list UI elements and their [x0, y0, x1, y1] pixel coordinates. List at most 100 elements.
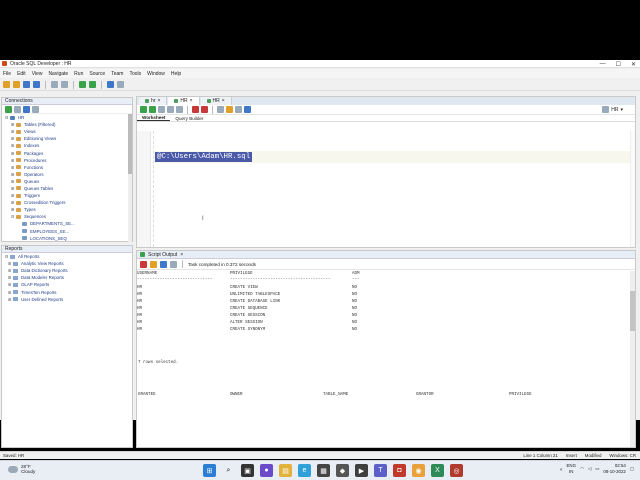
- tree-item[interactable]: ⊞ Packages: [5, 149, 132, 156]
- save-all-icon[interactable]: [33, 81, 40, 88]
- tree-item[interactable]: ⊞ Triggers: [5, 192, 132, 199]
- task-view-icon[interactable]: ▣: [241, 464, 254, 477]
- dba-icon[interactable]: [117, 81, 124, 88]
- report-item[interactable]: ⊞ Analytic View Reports: [2, 260, 132, 267]
- sql-developer-task-icon[interactable]: ◎: [450, 464, 463, 477]
- tree-item[interactable]: ⊞ Queues: [5, 178, 132, 185]
- subtab-worksheet[interactable]: Worksheet: [137, 115, 171, 121]
- save-output-icon[interactable]: [160, 260, 167, 268]
- chrome-icon[interactable]: ◉: [412, 464, 425, 477]
- excel-icon[interactable]: X: [431, 464, 444, 477]
- scroll-thumb[interactable]: [630, 291, 635, 331]
- notification-icon[interactable]: ▢: [630, 466, 634, 472]
- minimize-button[interactable]: —: [600, 61, 606, 67]
- tree-item[interactable]: ⊞ Editioning Views: [5, 135, 132, 142]
- tree-item[interactable]: ⊞ Types: [5, 206, 132, 213]
- media-icon[interactable]: ▶: [355, 464, 368, 477]
- tree-item[interactable]: LOCATIONS_SEQ: [5, 235, 132, 242]
- chat-icon[interactable]: ●: [260, 464, 273, 477]
- report-item[interactable]: ⊞ Data Modeler Reports: [2, 274, 132, 281]
- filter-icon[interactable]: [23, 105, 30, 113]
- sql-tuning-icon[interactable]: [176, 106, 183, 113]
- tree-item[interactable]: ⊞ Views: [5, 128, 132, 135]
- schema-browser-icon[interactable]: [32, 105, 39, 113]
- run-statement-icon[interactable]: [140, 106, 147, 113]
- menu-tools[interactable]: Tools: [129, 71, 141, 77]
- file-explorer-icon[interactable]: ▤: [279, 464, 292, 477]
- tree-item[interactable]: ⊟ HR: [5, 114, 132, 121]
- tree-item[interactable]: ⊞ Crossedition Triggers: [5, 199, 132, 206]
- save-icon[interactable]: [23, 81, 30, 88]
- report-item[interactable]: ⊞ OLAP Reports: [2, 281, 132, 288]
- menu-team[interactable]: Team: [111, 71, 123, 77]
- app-icon[interactable]: ◆: [336, 464, 349, 477]
- menu-run[interactable]: Run: [74, 71, 83, 77]
- open-icon[interactable]: [13, 81, 20, 88]
- menu-edit[interactable]: Edit: [17, 71, 26, 77]
- clear-icon[interactable]: [226, 106, 233, 113]
- back-icon[interactable]: [79, 81, 86, 88]
- tree-item[interactable]: ⊞ Operators: [5, 171, 132, 178]
- menu-view[interactable]: View: [32, 71, 43, 77]
- tab-hr-2[interactable]: HR ×: [168, 97, 200, 105]
- tab-hr-3[interactable]: HR ×: [200, 97, 232, 105]
- speaker-icon[interactable]: ◁: [588, 466, 591, 472]
- close-icon[interactable]: ×: [222, 98, 225, 104]
- pin-icon[interactable]: [140, 260, 147, 268]
- menu-source[interactable]: Source: [89, 71, 105, 77]
- store-icon[interactable]: ▦: [317, 464, 330, 477]
- menu-window[interactable]: Window: [147, 71, 165, 77]
- tree-item[interactable]: ⊞ Indexes: [5, 142, 132, 149]
- close-icon[interactable]: ×: [157, 98, 160, 104]
- wifi-icon[interactable]: ◠: [580, 466, 584, 472]
- tree-item[interactable]: ⊞ Functions: [5, 164, 132, 171]
- explain-plan-icon[interactable]: [167, 106, 174, 113]
- report-item[interactable]: ⊞ Data Dictionary Reports: [2, 267, 132, 274]
- shield-icon[interactable]: ◘: [393, 464, 406, 477]
- close-icon[interactable]: ×: [190, 98, 193, 104]
- battery-icon[interactable]: ▭: [595, 466, 599, 472]
- tree-item[interactable]: EMPLOYEES_SE...: [5, 228, 132, 235]
- connection-selector[interactable]: HR ▾: [602, 106, 623, 113]
- code-area[interactable]: @C:\Users\Adam\HR.sql I: [137, 131, 635, 247]
- tree-item[interactable]: ⊟ Sequences: [5, 213, 132, 220]
- start-icon[interactable]: ⊞: [203, 464, 216, 477]
- scroll-thumb[interactable]: [128, 114, 132, 174]
- refresh-icon[interactable]: [14, 105, 21, 113]
- new-icon[interactable]: [3, 81, 10, 88]
- add-connection-icon[interactable]: [5, 105, 12, 113]
- sql-statement[interactable]: @C:\Users\Adam\HR.sql: [155, 152, 253, 162]
- close-icon[interactable]: ×: [180, 252, 183, 258]
- sql-worksheet-icon[interactable]: [107, 81, 114, 88]
- maximize-button[interactable]: ☐: [616, 61, 621, 68]
- print-icon[interactable]: [170, 260, 177, 268]
- menu-file[interactable]: File: [3, 71, 11, 77]
- forward-icon[interactable]: [89, 81, 96, 88]
- rollback-icon[interactable]: [201, 106, 208, 113]
- redo-icon[interactable]: [61, 81, 68, 88]
- clear-output-icon[interactable]: [150, 260, 157, 268]
- subtab-query-builder[interactable]: Query Builder: [170, 115, 208, 121]
- close-button[interactable]: ✕: [631, 61, 636, 68]
- run-script-icon[interactable]: [149, 106, 156, 113]
- undo-icon[interactable]: [51, 81, 58, 88]
- autotrace-icon[interactable]: [158, 106, 165, 113]
- tab-hr-1[interactable]: hr ×: [139, 97, 168, 105]
- language-indicator[interactable]: ENG IN: [566, 463, 576, 475]
- clock[interactable]: 02:54 08-10-2022: [603, 463, 625, 475]
- report-item[interactable]: ⊞ TimesTen Reports: [2, 288, 132, 295]
- output-scrollbar[interactable]: [630, 271, 635, 447]
- connections-scrollbar[interactable]: [128, 114, 132, 242]
- commit-icon[interactable]: [192, 106, 199, 113]
- edge-icon[interactable]: e: [298, 464, 311, 477]
- tree-item[interactable]: ⊞ Procedures: [5, 157, 132, 164]
- weather-widget[interactable]: 28°F Cloudy: [8, 464, 35, 474]
- script-output-tab[interactable]: Script Output ×: [137, 251, 635, 259]
- tree-item[interactable]: ⊞ Queues Tables: [5, 185, 132, 192]
- tuning-advisor-icon[interactable]: [244, 106, 251, 113]
- search-icon[interactable]: ⌕: [222, 464, 235, 477]
- menu-navigate[interactable]: Navigate: [48, 71, 68, 77]
- report-item[interactable]: ⊟ All Reports: [2, 253, 132, 260]
- report-item[interactable]: ⊞ User Defined Reports: [2, 296, 132, 303]
- tree-item[interactable]: DEPARTMENTS_SE...: [5, 220, 132, 227]
